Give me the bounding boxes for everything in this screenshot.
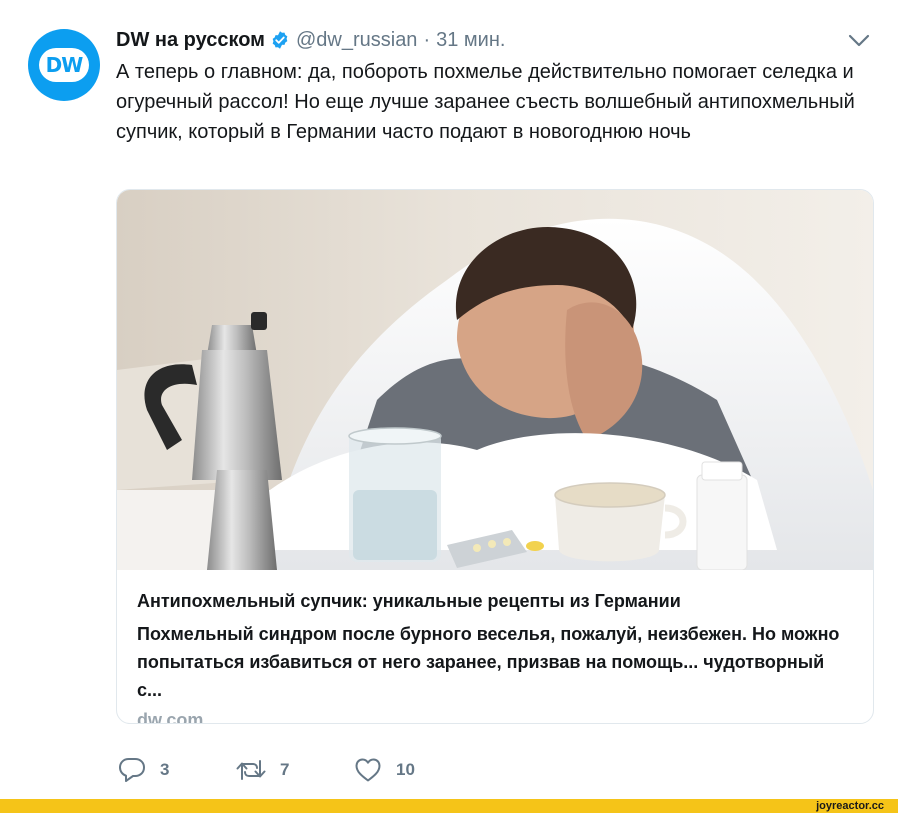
reply-button[interactable]: 3 (118, 755, 169, 785)
heart-icon (355, 758, 381, 782)
tweet-text: А теперь о главном: да, побороть похмель… (116, 61, 855, 143)
chevron-down-icon[interactable] (848, 34, 870, 53)
reply-count: 3 (160, 760, 170, 779)
watermark-text[interactable]: joyreactor.cc (816, 800, 884, 812)
card-image (117, 190, 873, 570)
card-body: Антипохмельный супчик: уникальные рецепт… (137, 588, 853, 723)
dw-logo: DW (39, 48, 89, 82)
card-title[interactable]: Антипохмельный супчик: уникальные рецепт… (137, 588, 853, 614)
reply-icon (119, 758, 145, 782)
tweet-timestamp[interactable]: 31 мин. (436, 29, 505, 52)
like-button[interactable]: 10 (354, 755, 415, 785)
watermark-bar: joyreactor.cc (0, 799, 898, 813)
author-handle[interactable]: @dw_russian (296, 29, 417, 52)
tweet-header: DW на русском @dw_russian · 31 мин. (116, 27, 505, 53)
author-avatar[interactable]: DW (28, 29, 100, 101)
retweet-count: 7 (280, 760, 290, 779)
avatar-text: DW (45, 53, 84, 77)
link-card[interactable]: Антипохмельный супчик: уникальные рецепт… (116, 189, 874, 724)
retweet-icon (236, 760, 266, 780)
author-name[interactable]: DW на русском (116, 29, 265, 52)
card-domain[interactable]: dw.com (137, 710, 853, 723)
like-count: 10 (396, 760, 415, 779)
retweet-button[interactable]: 7 (236, 755, 289, 785)
card-description: Похмельный синдром после бурного веселья… (137, 624, 840, 700)
header-separator: · (423, 28, 431, 51)
verified-badge-icon (270, 30, 290, 50)
